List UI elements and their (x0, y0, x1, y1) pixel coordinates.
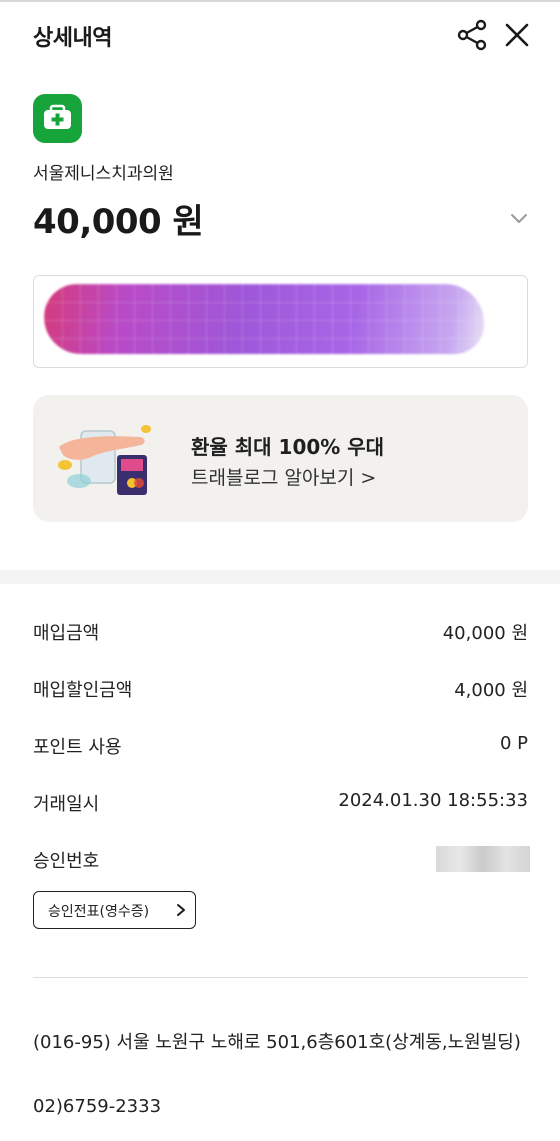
receipt-slip-label: 승인전표(영수증) (48, 904, 150, 920)
detail-label: 포인트 사용 (33, 737, 122, 758)
chevron-down-icon[interactable] (508, 207, 530, 229)
section-divider (0, 570, 560, 584)
medical-kit-glyph (44, 104, 71, 129)
memo-box[interactable] (33, 275, 528, 368)
detail-value: 2024.01.30 18:55:33 (338, 790, 528, 811)
detail-label: 거래일시 (33, 794, 100, 815)
merchant-address: (016-95) 서울 노원구 노해로 501,6층601호(상계동,노원빌딩) (33, 1032, 521, 1053)
detail-value: 40,000 원 (442, 623, 528, 644)
promo-title: 환율 최대 100% 우대 (191, 435, 385, 459)
page-title: 상세내역 (33, 26, 112, 51)
header: 상세내역 (0, 0, 560, 72)
redacted-area (44, 284, 484, 354)
divider-line (33, 977, 528, 978)
detail-label: 매입금액 (33, 623, 100, 644)
detail-label: 승인번호 (33, 851, 100, 872)
close-icon[interactable] (500, 18, 534, 52)
travel-promo-banner[interactable]: 환율 최대 100% 우대 트래블로그 알아보기 > (33, 395, 528, 522)
pixelation-overlay (44, 284, 484, 354)
detail-label: 매입할인금액 (33, 680, 133, 701)
detail-value: 0 P (499, 733, 528, 754)
detail-row-datetime: 거래일시 2024.01.30 18:55:33 (33, 790, 528, 820)
share-icon[interactable] (455, 18, 489, 52)
detail-row-purchase-amount: 매입금액 40,000 원 (33, 619, 528, 649)
promo-link[interactable]: 트래블로그 알아보기 > (191, 463, 376, 490)
detail-row-discount: 매입할인금액 4,000 원 (33, 676, 528, 706)
detail-row-points: 포인트 사용 0 P (33, 733, 528, 763)
travel-card-illustration (58, 425, 151, 495)
transaction-amount: 40,000 원 (33, 202, 204, 242)
merchant-phone[interactable]: 02)6759-2333 (33, 1096, 161, 1117)
medical-kit-icon (33, 94, 82, 143)
chevron-right-icon (177, 904, 185, 916)
approval-number-redacted (436, 846, 530, 872)
detail-value: 4,000 원 (454, 680, 528, 701)
receipt-slip-button[interactable]: 승인전표(영수증) (33, 891, 196, 929)
merchant-name: 서울제니스치과의원 (33, 164, 174, 184)
